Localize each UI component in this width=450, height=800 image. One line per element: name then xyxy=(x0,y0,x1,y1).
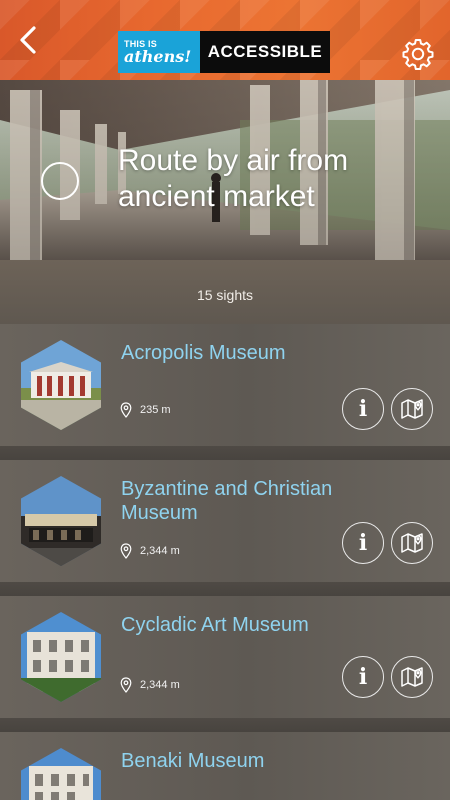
gear-icon xyxy=(402,39,434,70)
sight-name: Cycladic Art Museum xyxy=(121,614,309,636)
sight-item-cycladic-art-museum[interactable]: Cycladic Art Museum 2,344 m i xyxy=(0,596,450,718)
sight-name: Byzantine and Christian Museum xyxy=(121,478,333,524)
sight-distance: 2,344 m xyxy=(120,543,180,559)
location-pin-icon xyxy=(120,402,132,418)
sight-distance-text: 235 m xyxy=(140,404,171,416)
sights-count: 15 sights xyxy=(196,287,254,303)
sight-thumbnail xyxy=(21,476,101,566)
logo-this-is-athens: THIS IS athens! xyxy=(118,31,200,73)
info-icon: i xyxy=(358,396,368,422)
sight-thumbnail xyxy=(21,748,101,800)
map-icon xyxy=(401,667,423,687)
sight-distance: 2,344 m xyxy=(120,677,180,693)
location-pin-icon xyxy=(120,677,132,693)
info-icon: i xyxy=(358,530,368,556)
back-button[interactable] xyxy=(10,22,46,58)
route-title: Route by air from ancient market xyxy=(118,144,349,213)
app-header: THIS IS athens! ACCESSIBLE xyxy=(0,0,450,80)
route-select-toggle[interactable] xyxy=(41,162,79,200)
info-button[interactable]: i xyxy=(342,388,384,430)
map-button[interactable] xyxy=(391,656,433,698)
sights-list: Acropolis Museum 235 m i Byzantine and C… xyxy=(0,324,450,800)
sight-item-benaki-museum[interactable]: Benaki Museum xyxy=(0,732,450,800)
location-pin-icon xyxy=(120,543,132,559)
app-logo: THIS IS athens! ACCESSIBLE xyxy=(118,31,330,73)
list-separator xyxy=(0,718,450,732)
info-button[interactable]: i xyxy=(342,522,384,564)
sight-distance-text: 2,344 m xyxy=(140,679,180,691)
sight-name: Benaki Museum xyxy=(121,750,265,772)
info-button[interactable]: i xyxy=(342,656,384,698)
settings-button[interactable] xyxy=(398,34,438,74)
sight-thumbnail xyxy=(21,340,101,430)
sight-item-byzantine-and-christian-museum[interactable]: Byzantine and Christian Museum 2,344 m i xyxy=(0,460,450,582)
sight-name: Acropolis Museum xyxy=(121,342,286,364)
list-separator xyxy=(0,582,450,596)
map-icon xyxy=(401,399,423,419)
sight-distance-text: 2,344 m xyxy=(140,545,180,557)
sight-thumbnail xyxy=(21,612,101,702)
sight-item-acropolis-museum[interactable]: Acropolis Museum 235 m i xyxy=(0,324,450,446)
logo-athens-text: athens! xyxy=(124,46,192,66)
list-separator xyxy=(0,446,450,460)
back-chevron-icon xyxy=(20,26,36,54)
logo-accessible: ACCESSIBLE xyxy=(200,31,330,73)
map-button[interactable] xyxy=(391,388,433,430)
route-summary: 15 sights xyxy=(0,260,450,324)
map-icon xyxy=(401,533,423,553)
info-icon: i xyxy=(358,664,368,690)
sight-distance: 235 m xyxy=(120,402,171,418)
map-button[interactable] xyxy=(391,522,433,564)
